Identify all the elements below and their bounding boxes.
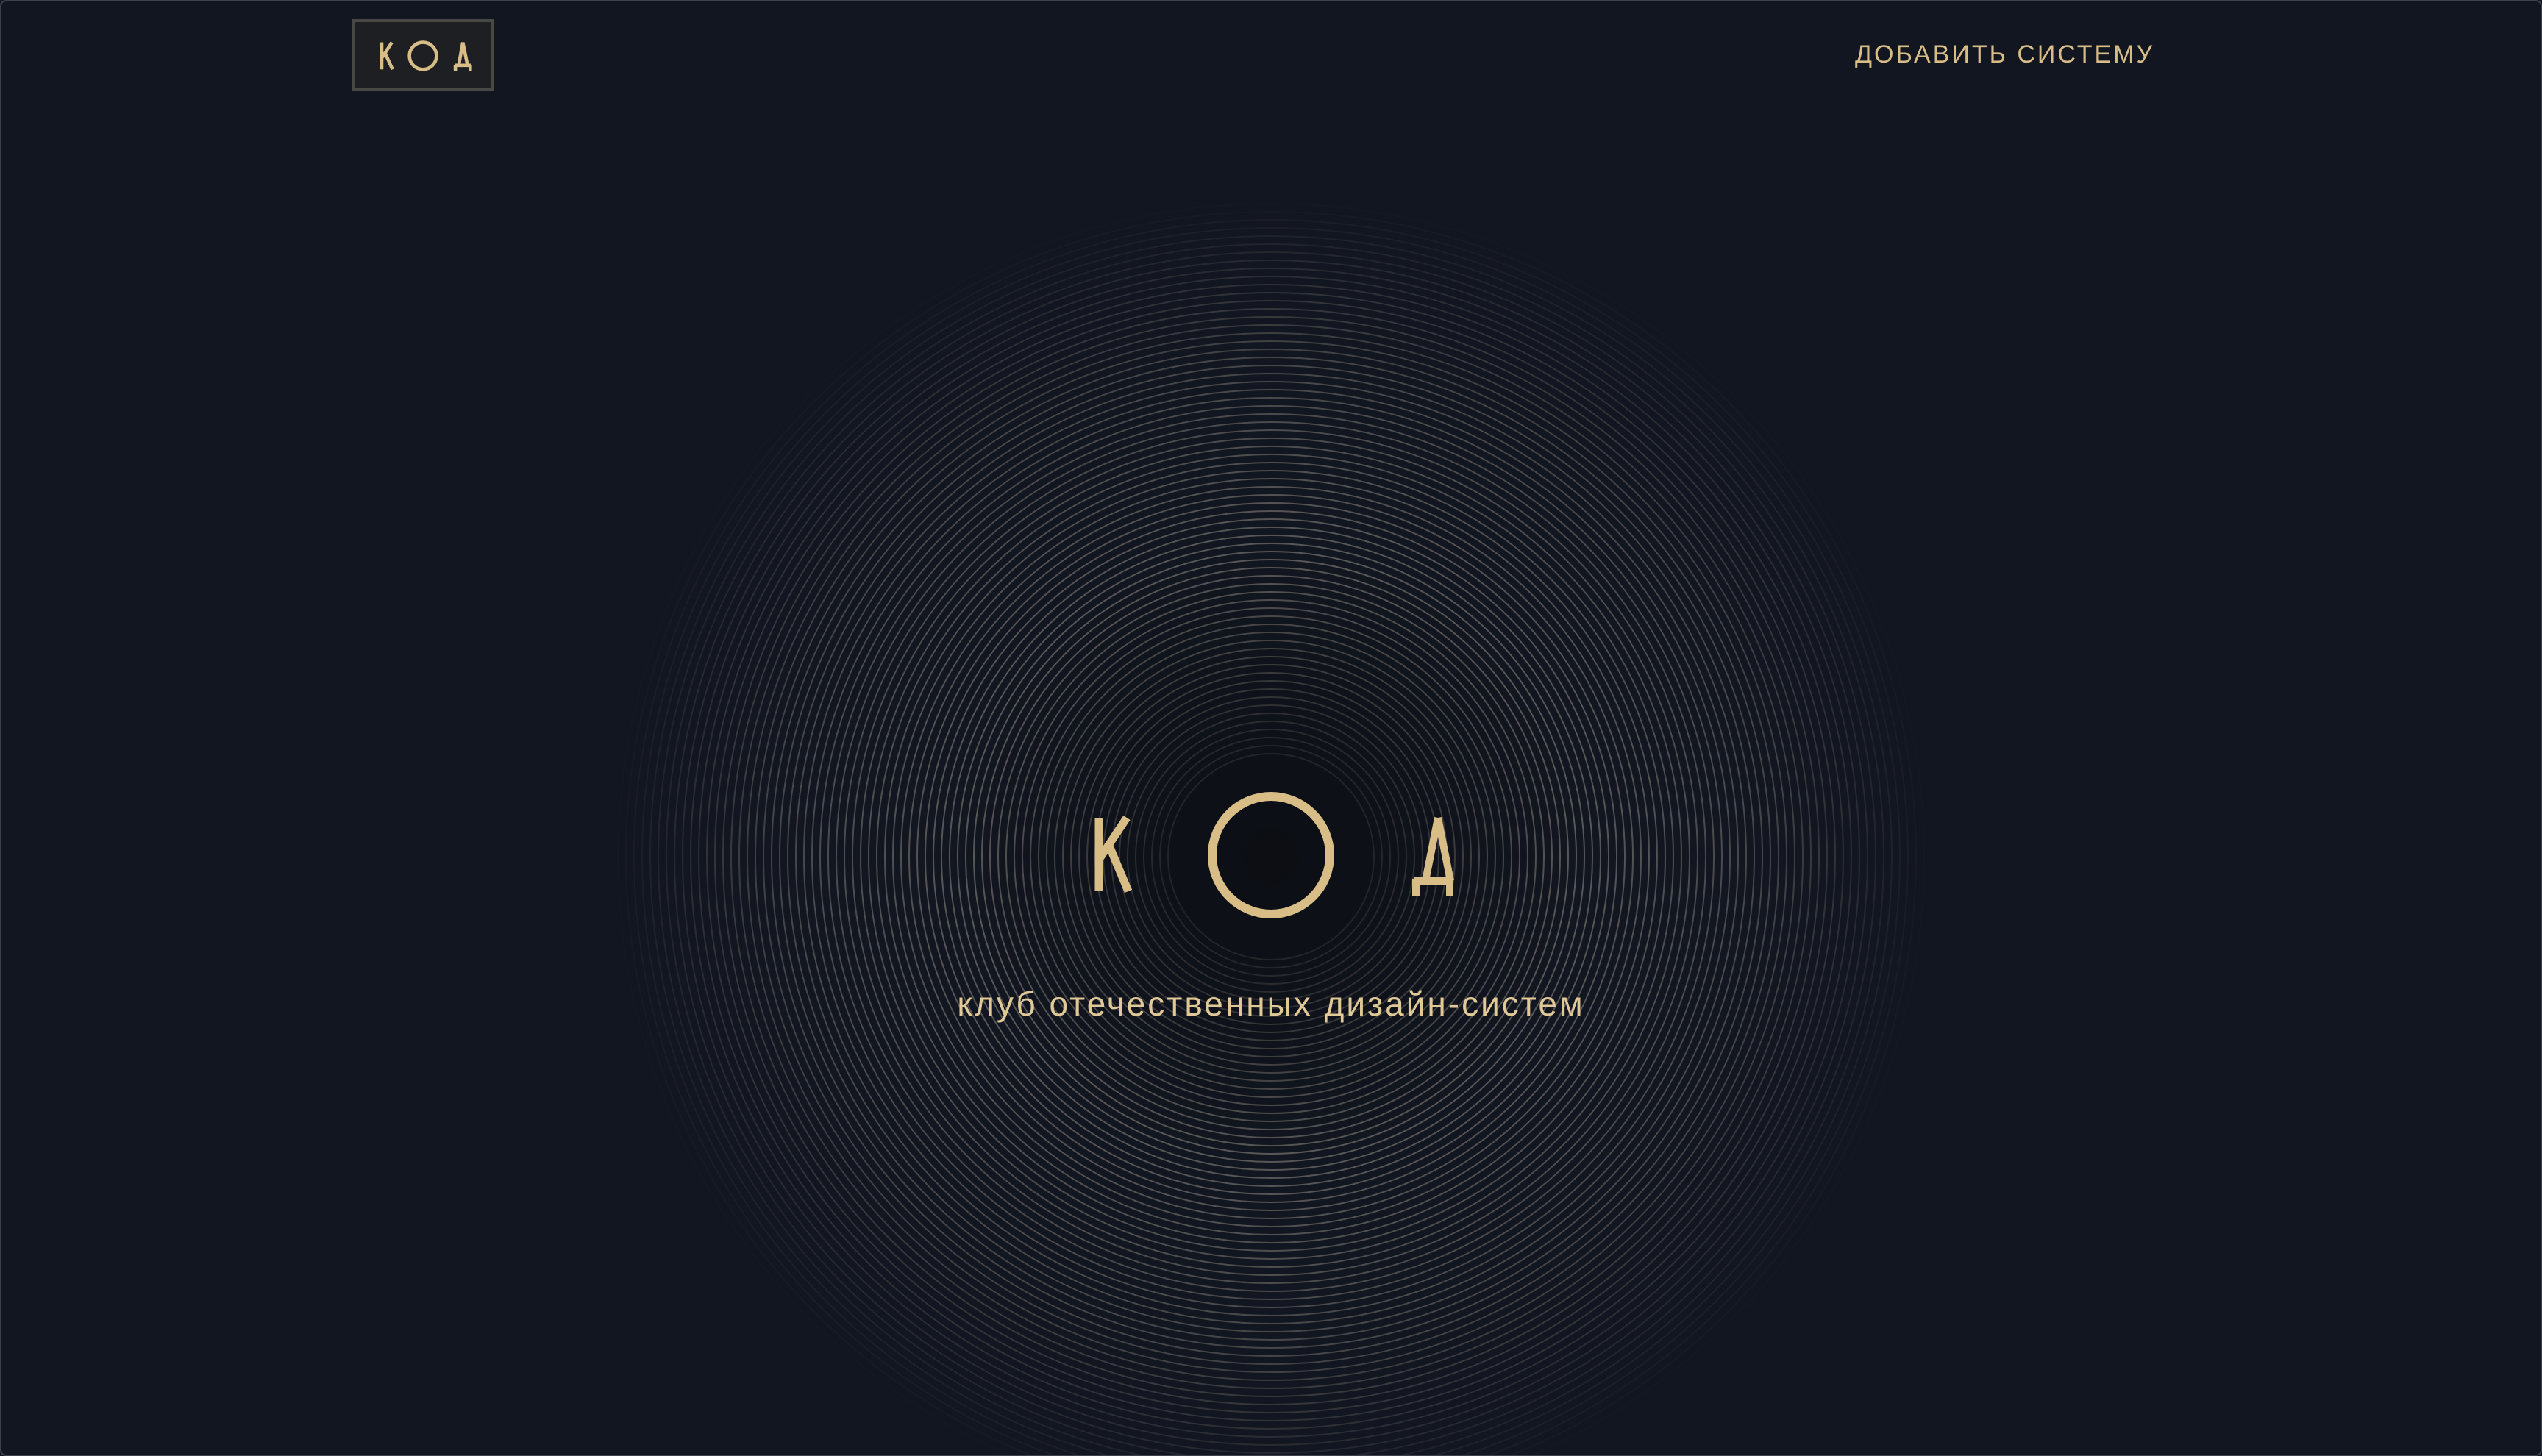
kod-logo-icon <box>380 40 472 71</box>
header-logo-button[interactable] <box>352 19 494 91</box>
page: ДОБАВИТЬ СИСТЕМУ клуб отечественных диза… <box>0 0 2542 1456</box>
hero-tagline: клуб отечественных дизайн-систем <box>957 985 1585 1023</box>
concentric-rings-icon <box>609 195 1933 1456</box>
hero-logo <box>1074 779 1471 927</box>
kod-wordmark-icon <box>1094 792 1454 918</box>
add-system-link[interactable]: ДОБАВИТЬ СИСТЕМУ <box>1855 40 2154 69</box>
